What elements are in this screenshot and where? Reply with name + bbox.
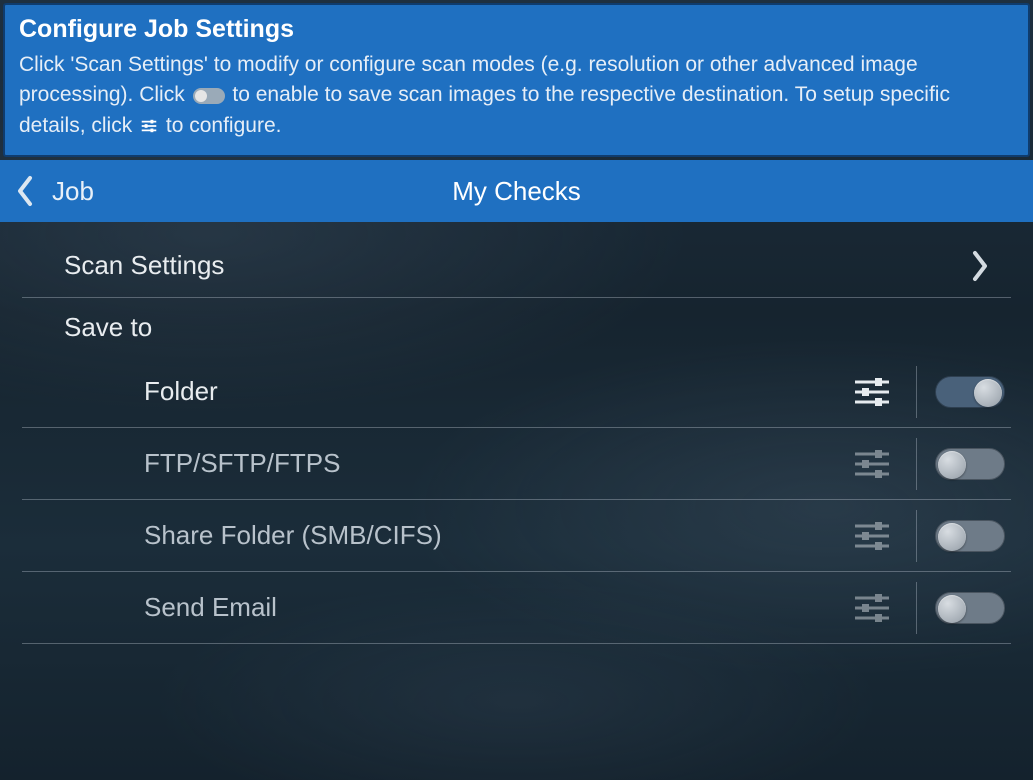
destination-label: Send Email	[144, 592, 842, 623]
destination-label: Share Folder (SMB/CIFS)	[144, 520, 842, 551]
page-title: My Checks	[452, 176, 581, 207]
destination-label: Folder	[144, 376, 842, 407]
banner-title: Configure Job Settings	[19, 15, 1014, 44]
header-bar: Job My Checks	[0, 160, 1033, 222]
configure-smb-button	[842, 517, 902, 555]
toggle-folder[interactable]	[935, 376, 1005, 408]
destination-ftp: FTP/SFTP/FTPS	[22, 428, 1011, 500]
save-to-label: Save to	[64, 312, 991, 343]
divider	[916, 438, 917, 490]
settings-list: Scan Settings Save to Folder FTP/SFTP/FT…	[0, 222, 1033, 644]
configure-ftp-button	[842, 445, 902, 483]
scan-settings-label: Scan Settings	[64, 250, 969, 281]
sliders-icon	[140, 118, 158, 134]
divider	[916, 366, 917, 418]
toggle-smb[interactable]	[935, 520, 1005, 552]
back-button[interactable]: Job	[14, 174, 94, 208]
scan-settings-row[interactable]: Scan Settings	[22, 234, 1011, 298]
configure-folder-button[interactable]	[842, 373, 902, 411]
divider	[916, 510, 917, 562]
toggle-ftp[interactable]	[935, 448, 1005, 480]
back-label: Job	[52, 176, 94, 207]
destination-smb: Share Folder (SMB/CIFS)	[22, 500, 1011, 572]
info-banner: Configure Job Settings Click 'Scan Setti…	[3, 3, 1030, 157]
save-to-header: Save to	[22, 298, 1011, 356]
configure-email-button	[842, 589, 902, 627]
banner-body: Click 'Scan Settings' to modify or confi…	[19, 50, 1014, 141]
banner-text-3: to configure.	[166, 114, 282, 137]
destination-email: Send Email	[22, 572, 1011, 644]
chevron-left-icon	[14, 174, 36, 208]
divider	[916, 582, 917, 634]
destination-folder: Folder	[22, 356, 1011, 428]
toggle-icon	[193, 88, 225, 104]
destination-label: FTP/SFTP/FTPS	[144, 448, 842, 479]
toggle-email[interactable]	[935, 592, 1005, 624]
chevron-right-icon	[969, 249, 991, 283]
